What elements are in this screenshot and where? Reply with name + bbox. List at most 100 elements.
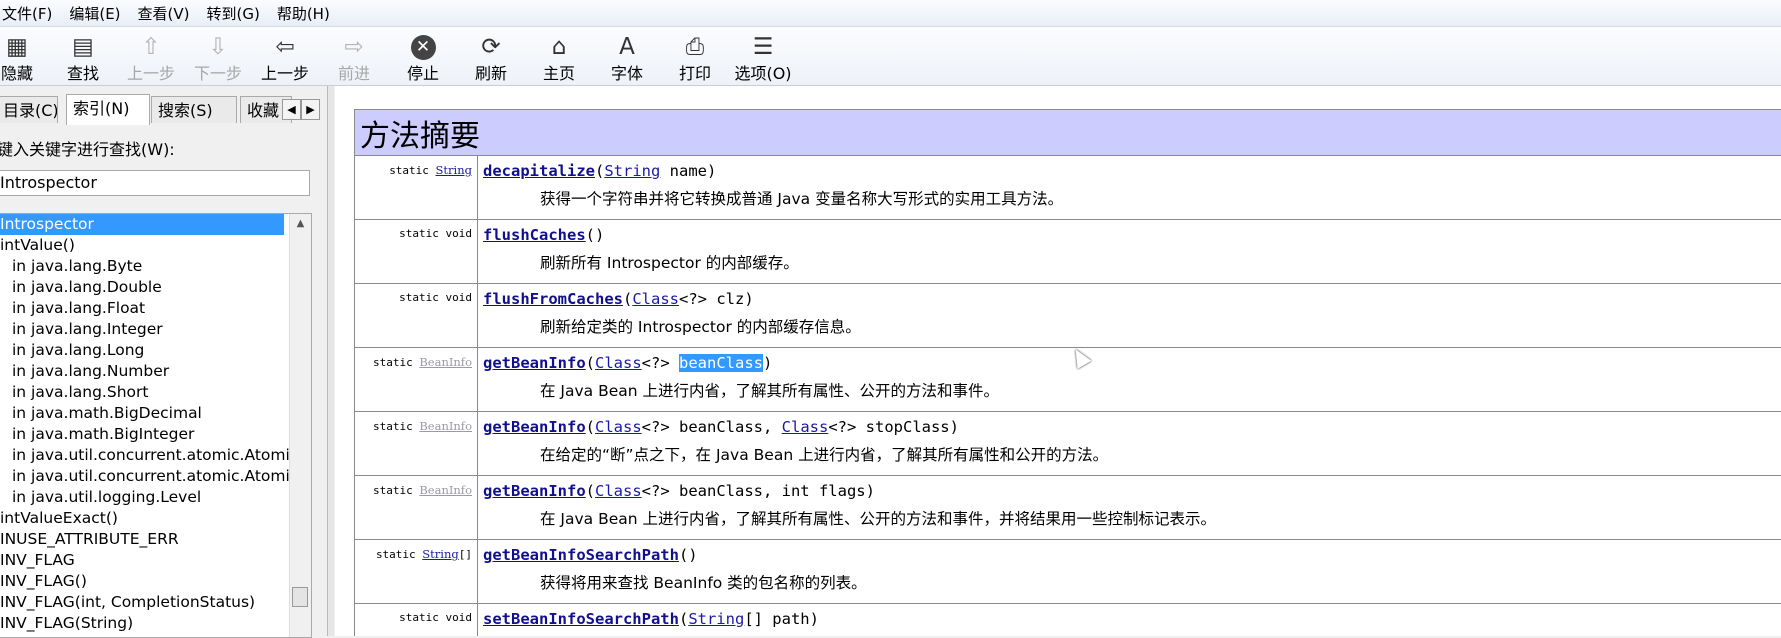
- index-list-item[interactable]: Introspector: [0, 214, 284, 235]
- method-modifier: static void: [355, 604, 478, 637]
- signature-text: (: [586, 482, 595, 500]
- index-list-item[interactable]: INV_FLAG: [0, 550, 311, 571]
- index-list-item[interactable]: in java.util.logging.Level: [0, 487, 311, 508]
- method-name-link[interactable]: decapitalize: [483, 162, 595, 180]
- type-link[interactable]: Class: [595, 354, 642, 372]
- menu-item-0[interactable]: 文件(F): [0, 3, 61, 24]
- toolbar-button-2[interactable]: ⇧上一步: [114, 33, 188, 84]
- toolbar-button-3[interactable]: ⇩下一步: [181, 33, 255, 84]
- index-list-item[interactable]: in java.math.BigDecimal: [0, 403, 311, 424]
- index-list-item[interactable]: in java.math.BigInteger: [0, 424, 311, 445]
- return-type-link[interactable]: String: [436, 163, 472, 177]
- menu-bar: 文件(F)编辑(E)查看(V)转到(G)帮助(H): [0, 0, 1781, 27]
- toolbar-label: 上一步: [114, 60, 188, 84]
- method-name-link[interactable]: flushFromCaches: [483, 290, 623, 308]
- method-description-cell: setBeanInfoSearchPath(String[] path)更改将用…: [478, 604, 1781, 637]
- method-description: 在 Java Bean 上进行内省，了解其所有属性、公开的方法和事件。: [483, 379, 1781, 401]
- keyword-label: 键入关键字进行查找(W):: [0, 136, 175, 160]
- index-list-item[interactable]: in java.lang.Float: [0, 298, 311, 319]
- menu-item-2[interactable]: 查看(V): [130, 3, 199, 24]
- return-type-link[interactable]: BeanInfo: [419, 483, 472, 497]
- method-signature: setBeanInfoSearchPath(String[] path): [483, 610, 1781, 632]
- document-view: 方法摘要 static Stringdecapitalize(String na…: [335, 86, 1781, 636]
- tab-scroll-right-icon[interactable]: ▶: [301, 99, 320, 120]
- keyword-input[interactable]: [0, 170, 310, 196]
- toolbar-label: 刷新: [454, 60, 528, 84]
- toolbar-label: 停止: [386, 60, 460, 84]
- toolbar-button-1[interactable]: ▤查找: [46, 33, 120, 84]
- signature-text: <?> beanClass, int flags): [642, 482, 875, 500]
- method-modifier: static void: [355, 220, 478, 284]
- index-list-item[interactable]: in java.lang.Byte: [0, 256, 311, 277]
- method-signature: decapitalize(String name): [483, 162, 1781, 184]
- back-arrow-icon: ⇦: [248, 33, 322, 61]
- type-link[interactable]: Class: [632, 290, 679, 308]
- index-list-item[interactable]: INV_FLAG(int, CompletionStatus): [0, 592, 311, 613]
- index-list[interactable]: IntrospectorintValue()in java.lang.Bytei…: [0, 213, 312, 638]
- tab-1[interactable]: 索引(N): [66, 94, 150, 125]
- method-name-link[interactable]: setBeanInfoSearchPath: [483, 610, 679, 628]
- method-signature: getBeanInfo(Class<?> beanClass, int flag…: [483, 482, 1781, 504]
- index-list-item[interactable]: in java.util.concurrent.atomic.Atomic: [0, 466, 311, 487]
- toolbar-button-6[interactable]: ✕停止: [386, 33, 460, 84]
- pane-splitter[interactable]: [328, 86, 334, 636]
- index-list-item[interactable]: in java.lang.Long: [0, 340, 311, 361]
- signature-text: (): [586, 226, 605, 244]
- tab-0[interactable]: 目录(C): [0, 96, 58, 123]
- index-list-item[interactable]: in java.util.concurrent.atomic.Atomic: [0, 445, 311, 466]
- index-scrollbar[interactable]: ▲: [289, 214, 311, 637]
- toolbar-button-8[interactable]: ⌂主页: [522, 33, 596, 84]
- method-row: static voidflushCaches()刷新所有 Introspecto…: [355, 220, 1781, 284]
- method-name-link[interactable]: flushCaches: [483, 226, 586, 244]
- menu-item-1[interactable]: 编辑(E): [61, 3, 129, 24]
- tab-2[interactable]: 搜索(S): [151, 96, 237, 123]
- method-signature: getBeanInfo(Class<?> beanClass, Class<?>…: [483, 418, 1781, 440]
- method-row: static BeanInfogetBeanInfo(Class<?> bean…: [355, 476, 1781, 540]
- toolbar-label: 打印: [658, 60, 732, 84]
- method-name-link[interactable]: getBeanInfo: [483, 482, 586, 500]
- type-link[interactable]: Class: [595, 418, 642, 436]
- method-row: static BeanInfogetBeanInfo(Class<?> bean…: [355, 348, 1781, 412]
- index-list-item[interactable]: in java.lang.Number: [0, 361, 311, 382]
- tab-scroll-left-icon[interactable]: ◀: [282, 99, 301, 120]
- index-list-item[interactable]: INV_FLAG(): [0, 571, 311, 592]
- type-link[interactable]: String: [604, 162, 660, 180]
- scroll-up-icon[interactable]: ▲: [290, 214, 311, 234]
- scroll-thumb[interactable]: [292, 587, 308, 607]
- menu-item-3[interactable]: 转到(G): [199, 3, 269, 24]
- toolbar-button-5[interactable]: ⇨前进: [317, 33, 391, 84]
- method-description-cell: getBeanInfo(Class<?> beanClass, int flag…: [478, 476, 1781, 540]
- method-name-link[interactable]: getBeanInfoSearchPath: [483, 546, 679, 564]
- index-list-item[interactable]: INV_FLAG(String): [0, 613, 311, 634]
- toolbar-button-11[interactable]: ☰选项(O): [726, 33, 800, 84]
- type-link[interactable]: String: [688, 610, 744, 628]
- type-link[interactable]: Class: [595, 482, 642, 500]
- index-list-item[interactable]: in java.lang.Double: [0, 277, 311, 298]
- up-arrow-icon: ⇧: [114, 33, 188, 61]
- type-link[interactable]: Class: [782, 418, 829, 436]
- toolbar-button-7[interactable]: ⟳刷新: [454, 33, 528, 84]
- return-type-link[interactable]: String: [422, 547, 458, 561]
- options-icon: ☰: [726, 33, 800, 61]
- index-list-item[interactable]: intValueExact(): [0, 508, 311, 529]
- method-name-link[interactable]: getBeanInfo: [483, 354, 586, 372]
- toolbar-button-10[interactable]: ⎙打印: [658, 33, 732, 84]
- method-summary-heading: 方法摘要: [355, 110, 1781, 156]
- method-row: static Stringdecapitalize(String name)获得…: [355, 156, 1781, 220]
- index-list-item[interactable]: in java.lang.Short: [0, 382, 311, 403]
- toolbar-label: 主页: [522, 60, 596, 84]
- toolbar-button-9[interactable]: A字体: [590, 33, 664, 84]
- method-description: 获得将用来查找 BeanInfo 类的包名称的列表。: [483, 571, 1781, 593]
- menu-item-4[interactable]: 帮助(H): [269, 3, 339, 24]
- index-list-item[interactable]: INUSE_ATTRIBUTE_ERR: [0, 529, 311, 550]
- down-arrow-icon: ⇩: [181, 33, 255, 61]
- method-signature: getBeanInfo(Class<?> beanClass): [483, 354, 1781, 376]
- index-list-item[interactable]: intValue(): [0, 235, 311, 256]
- method-row: static voidflushFromCaches(Class<?> clz)…: [355, 284, 1781, 348]
- toolbar-button-4[interactable]: ⇦上一步: [248, 33, 322, 84]
- return-type-link[interactable]: BeanInfo: [419, 355, 472, 369]
- toolbar-label: 字体: [590, 60, 664, 84]
- index-list-item[interactable]: in java.lang.Integer: [0, 319, 311, 340]
- method-name-link[interactable]: getBeanInfo: [483, 418, 586, 436]
- return-type-link[interactable]: BeanInfo: [419, 419, 472, 433]
